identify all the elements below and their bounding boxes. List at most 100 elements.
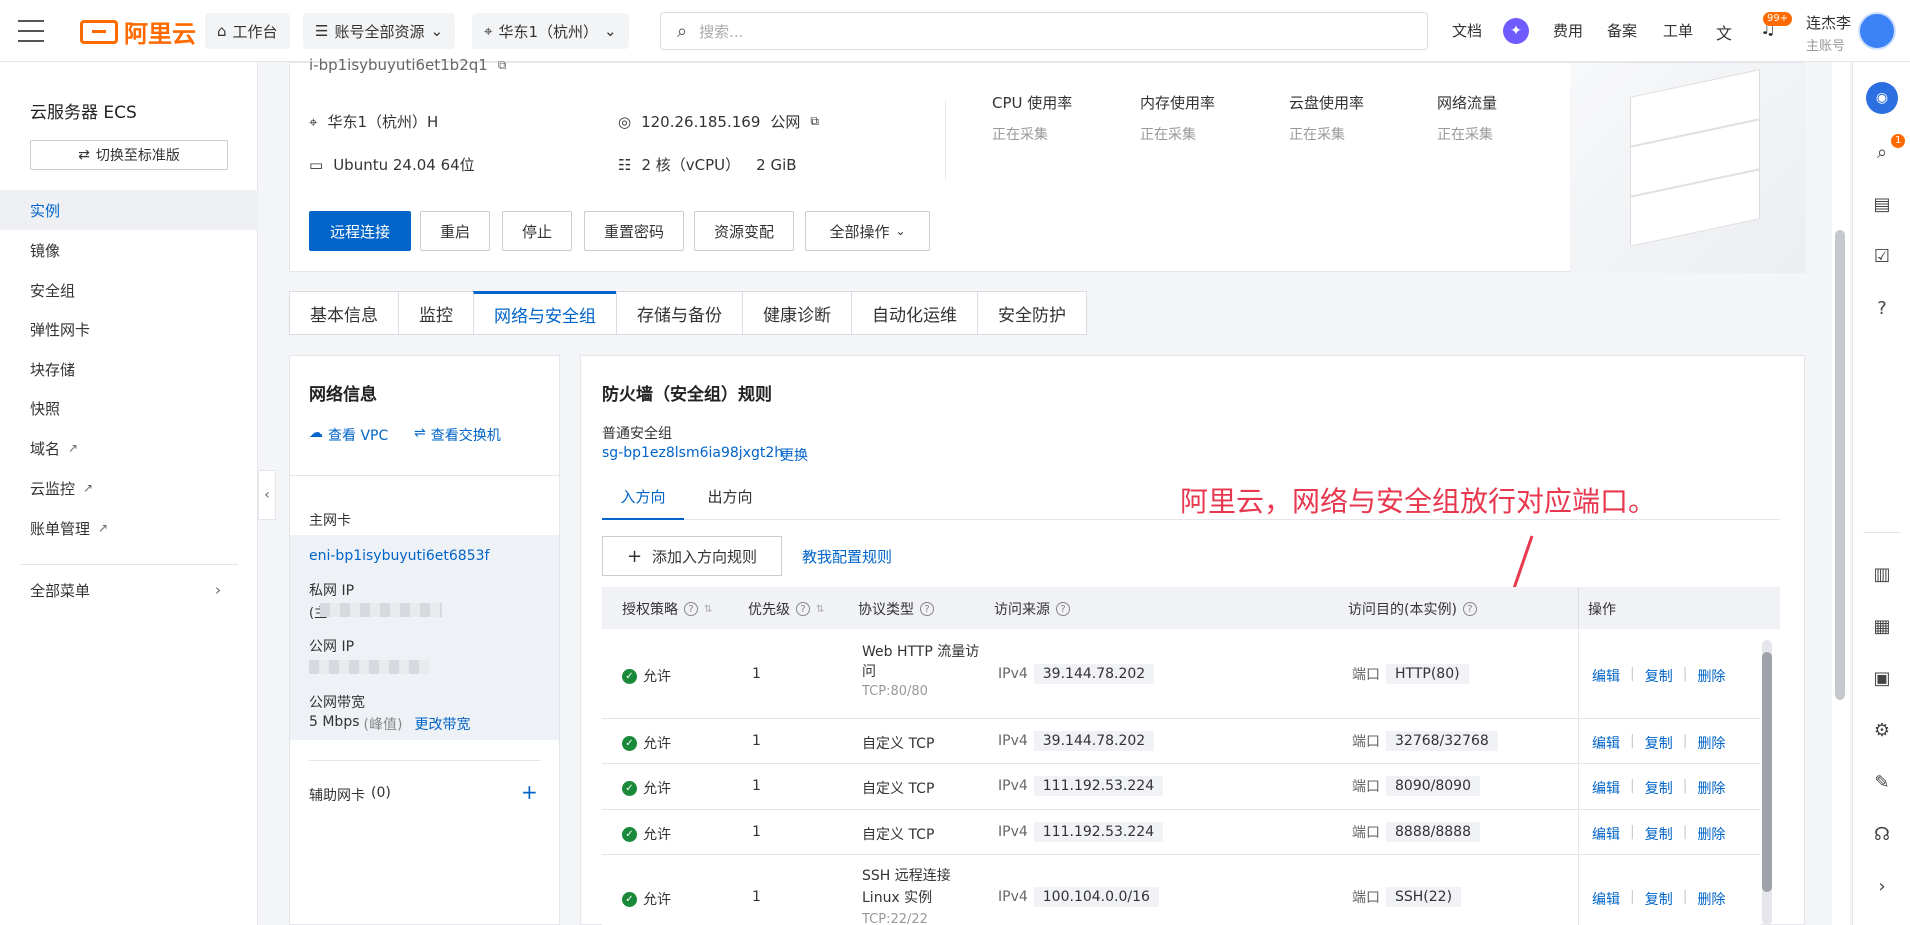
edit-link[interactable]: 编辑	[1592, 889, 1620, 909]
delete-link[interactable]: 删除	[1697, 778, 1725, 798]
tab-security-protection[interactable]: 安全防护	[977, 291, 1087, 335]
sidebar-item-billing[interactable]: 账单管理 ↗	[0, 508, 258, 548]
language-icon[interactable]: 文	[1716, 20, 1732, 44]
col-priority[interactable]: 优先级? ⇅	[748, 599, 824, 619]
sidebar-item-cloud-monitor[interactable]: 云监控 ↗	[0, 468, 258, 508]
delete-link[interactable]: 删除	[1697, 824, 1725, 844]
ai-assistant-icon[interactable]: ✦	[1503, 18, 1529, 44]
edit-link[interactable]: 编辑	[1592, 733, 1620, 753]
check-circle-icon: ✓	[622, 891, 637, 907]
document-icon[interactable]: ▥	[1870, 562, 1894, 586]
col-policy[interactable]: 授权策略? ⇅	[622, 599, 712, 619]
icp-filing-link[interactable]: 备案	[1607, 20, 1637, 41]
sidebar-item-image[interactable]: 镜像	[0, 230, 258, 270]
edit-icon[interactable]: ✎	[1870, 770, 1894, 794]
copy-icon[interactable]: ⧉	[810, 114, 819, 129]
table-scrollbar[interactable]	[1762, 640, 1772, 925]
edit-link[interactable]: 编辑	[1592, 824, 1620, 844]
copy-link[interactable]: 复制	[1645, 666, 1673, 686]
page-scroll-thumb[interactable]	[1835, 230, 1845, 700]
resource-scope-dropdown[interactable]: ☰ 账号全部资源 ⌄	[303, 13, 456, 49]
protocol-cell: Web HTTP 流量访问 TCP:80/80	[862, 642, 982, 702]
switch-standard-button[interactable]: ⇄ 切换至标准版	[30, 140, 228, 170]
tab-health-diagnosis[interactable]: 健康诊断	[742, 291, 851, 335]
aliyun-logo[interactable]: 阿里云	[80, 14, 196, 49]
resize-resources-button[interactable]: 资源变配	[694, 211, 794, 251]
checklist-icon[interactable]: ☑	[1870, 244, 1894, 268]
ticket-link[interactable]: 工单	[1663, 20, 1693, 41]
ai-robot-icon[interactable]: ◉	[1866, 82, 1898, 114]
source-cell: IPv4 39.144.78.202	[998, 664, 1155, 684]
search-icon: ⌕	[677, 20, 688, 42]
remote-connect-button[interactable]: 远程连接	[309, 211, 411, 251]
delete-link[interactable]: 删除	[1697, 889, 1725, 909]
help-icon[interactable]: ?	[796, 602, 810, 616]
collapse-sidebar-handle[interactable]: ‹	[258, 470, 276, 520]
copy-link[interactable]: 复制	[1645, 824, 1673, 844]
restart-button[interactable]: 重启	[420, 211, 490, 251]
sidebar-item-instance[interactable]: 实例	[0, 190, 258, 230]
headset-icon[interactable]: ☊	[1870, 822, 1894, 846]
sort-icon[interactable]: ⇅	[704, 604, 712, 615]
help-icon[interactable]: ?	[1870, 296, 1894, 320]
terminal-icon[interactable]: ▣	[1870, 666, 1894, 690]
user-avatar[interactable]	[1858, 12, 1896, 50]
sg-id-link[interactable]: sg-bp1ez8lsm6ia98jxgt2h	[602, 445, 783, 461]
sidebar-item-eni[interactable]: 弹性网卡	[0, 309, 258, 349]
policy-cell: ✓ 允许	[622, 733, 671, 753]
billing-link[interactable]: 费用	[1553, 20, 1583, 41]
global-search-input[interactable]: ⌕ 搜索...	[660, 12, 1428, 50]
eni-id-link[interactable]: eni-bp1isybuyuti6et6853f	[309, 548, 489, 564]
stop-button[interactable]: 停止	[502, 211, 572, 251]
tab-basic-info[interactable]: 基本信息	[289, 291, 398, 335]
help-icon[interactable]: ?	[1056, 602, 1070, 616]
workbench-button[interactable]: ⌂ 工作台	[205, 13, 290, 49]
chevron-right-icon[interactable]: ›	[1870, 874, 1894, 898]
delete-link[interactable]: 删除	[1697, 666, 1725, 686]
table-row: ✓ 允许 1 自定义 TCP IPv4 39.144.78.202 端口 32768/…	[602, 719, 1760, 764]
view-vpc-link[interactable]: ☁ 查看 VPC	[309, 425, 388, 445]
tab-outbound[interactable]: 出方向	[690, 486, 770, 520]
help-icon[interactable]: ?	[920, 602, 934, 616]
copy-link[interactable]: 复制	[1645, 778, 1673, 798]
add-aux-nic-icon[interactable]: +	[521, 780, 538, 804]
priority-value: 1	[752, 733, 761, 749]
tab-inbound[interactable]: 入方向	[602, 486, 684, 520]
tab-network-security[interactable]: 网络与安全组	[473, 291, 616, 335]
user-name[interactable]: 连杰李	[1806, 12, 1851, 33]
delete-link[interactable]: 删除	[1697, 733, 1725, 753]
menu-icon[interactable]	[18, 20, 44, 42]
copy-link[interactable]: 复制	[1645, 733, 1673, 753]
help-icon[interactable]: ?	[1462, 602, 1477, 616]
sidebar-item-block-storage[interactable]: 块存储	[0, 349, 258, 389]
sidebar-item-domain[interactable]: 域名 ↗	[0, 428, 258, 468]
sidebar-item-security-group[interactable]: 安全组	[0, 270, 258, 310]
sidebar-item-all-menu[interactable]: 全部菜单 ›	[0, 570, 258, 610]
search-icon[interactable]: ⌕	[1870, 140, 1894, 164]
sort-icon[interactable]: ⇅	[816, 604, 824, 615]
copy-icon[interactable]: ⧉	[498, 58, 507, 73]
tab-storage-backup[interactable]: 存储与备份	[616, 291, 742, 335]
tab-monitor[interactable]: 监控	[398, 291, 473, 335]
copy-link[interactable]: 复制	[1645, 889, 1673, 909]
teach-rule-link[interactable]: 教我配置规则	[802, 546, 892, 567]
table-scroll-thumb[interactable]	[1762, 652, 1772, 892]
edit-link[interactable]: 编辑	[1592, 778, 1620, 798]
edit-link[interactable]: 编辑	[1592, 666, 1620, 686]
all-actions-dropdown[interactable]: 全部操作 ⌄	[805, 211, 930, 251]
network-info-title: 网络信息	[309, 385, 377, 405]
view-vswitch-link[interactable]: ⇌ 查看交换机	[414, 425, 501, 445]
plus-icon: +	[626, 545, 643, 567]
change-sg-link[interactable]: 更换	[780, 445, 808, 465]
book-icon[interactable]: ▤	[1870, 192, 1894, 216]
tab-automation-ops[interactable]: 自动化运维	[851, 291, 977, 335]
region-dropdown[interactable]: ⌖ 华东1（杭州） ⌄	[472, 13, 629, 49]
change-bandwidth-link[interactable]: 更改带宽	[414, 714, 470, 734]
help-icon[interactable]: ?	[684, 602, 698, 616]
clipboard-icon[interactable]: ▦	[1870, 614, 1894, 638]
docs-link[interactable]: 文档	[1452, 20, 1482, 41]
reset-password-button[interactable]: 重置密码	[584, 211, 684, 251]
add-inbound-rule-button[interactable]: + 添加入方向规则	[602, 536, 782, 576]
sidebar-item-snapshot[interactable]: 快照	[0, 388, 258, 428]
gear-icon[interactable]: ⚙	[1870, 718, 1894, 742]
